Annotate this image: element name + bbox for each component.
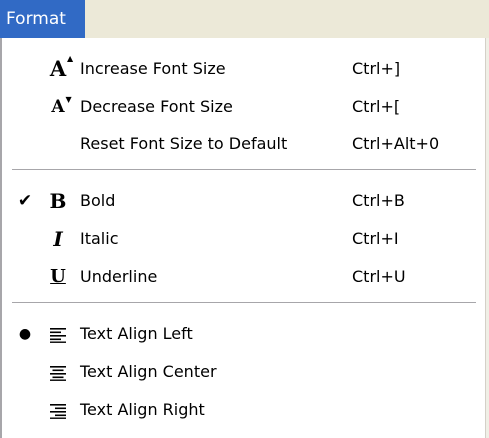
menu-item-shortcut: Ctrl+I xyxy=(352,229,399,248)
menu-bar: Format xyxy=(0,0,489,38)
align-right-icon xyxy=(40,391,76,429)
menu-item-text-align-center[interactable]: Text Align Center xyxy=(2,353,485,391)
increase-font-icon: A ▲ xyxy=(49,53,74,81)
italic-icon: I xyxy=(53,227,63,251)
align-center-icon xyxy=(40,353,76,391)
format-dropdown-menu: A ▲ Increase Font Size Ctrl+] A ▼ Decrease… xyxy=(0,38,486,438)
menu-item-shortcut: Ctrl+[ xyxy=(352,97,401,116)
menu-item-label: Italic xyxy=(80,229,119,248)
menu-separator xyxy=(12,302,476,304)
menu-item-increase-font-size[interactable]: A ▲ Increase Font Size Ctrl+] xyxy=(2,50,485,88)
menu-item-shortcut: Ctrl+U xyxy=(352,267,406,286)
decrease-font-icon: A ▼ xyxy=(51,94,72,117)
menu-item-label: Bold xyxy=(80,191,116,210)
menu-item-reset-font-size[interactable]: Reset Font Size to Default Ctrl+Alt+0 xyxy=(2,125,485,163)
menu-item-underline[interactable]: U Underline Ctrl+U xyxy=(2,258,485,296)
menu-item-text-align-left[interactable]: ● Text Align Left xyxy=(2,315,485,353)
menu-item-text-align-right[interactable]: Text Align Right xyxy=(2,391,485,429)
menu-item-bold[interactable]: ✔ B Bold Ctrl+B xyxy=(2,182,485,220)
menu-item-shortcut: Ctrl+] xyxy=(352,59,401,78)
radio-bullet-icon: ● xyxy=(18,326,32,342)
menu-item-shortcut: Ctrl+Alt+0 xyxy=(352,134,440,153)
align-left-icon xyxy=(40,315,76,353)
menu-item-label: Increase Font Size xyxy=(80,59,226,78)
underline-icon: U xyxy=(50,266,66,287)
menu-item-shortcut: Ctrl+B xyxy=(352,191,405,210)
menu-item-italic[interactable]: I Italic Ctrl+I xyxy=(2,220,485,258)
checkmark-icon: ✔ xyxy=(17,191,33,211)
bold-icon: B xyxy=(49,189,67,213)
format-menu[interactable]: Format xyxy=(0,0,85,38)
menu-separator xyxy=(12,169,476,171)
menu-item-label: Text Align Center xyxy=(80,362,217,381)
menu-item-label: Text Align Right xyxy=(80,400,205,419)
menu-item-decrease-font-size[interactable]: A ▼ Decrease Font Size Ctrl+[ xyxy=(2,88,485,126)
menu-item-label: Text Align Left xyxy=(80,324,193,343)
menu-item-label: Decrease Font Size xyxy=(80,97,233,116)
menu-item-label: Underline xyxy=(80,267,158,286)
menu-item-label: Reset Font Size to Default xyxy=(80,134,288,153)
